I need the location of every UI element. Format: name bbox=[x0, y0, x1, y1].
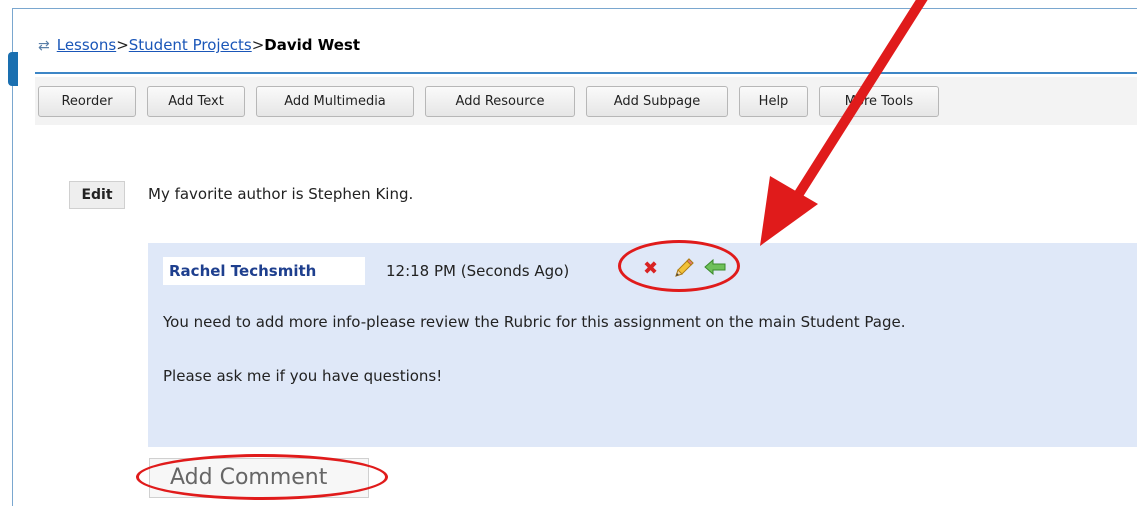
add-comment-button[interactable]: Add Comment bbox=[149, 458, 369, 498]
comment-body-line: Please ask me if you have questions! bbox=[163, 367, 443, 385]
add-subpage-button[interactable]: Add Subpage bbox=[586, 86, 728, 117]
edit-button[interactable]: Edit bbox=[69, 181, 125, 209]
pencil-edit-icon[interactable] bbox=[672, 256, 696, 280]
content-text: My favorite author is Stephen King. bbox=[148, 185, 414, 203]
add-multimedia-button[interactable]: Add Multimedia bbox=[256, 86, 414, 117]
header-divider bbox=[35, 72, 1137, 74]
breadcrumb-current-page: David West bbox=[264, 36, 361, 54]
breadcrumb-separator: > bbox=[251, 36, 265, 54]
help-button[interactable]: Help bbox=[739, 86, 808, 117]
delete-icon[interactable]: ✖ bbox=[643, 259, 658, 279]
more-tools-button[interactable]: More Tools bbox=[819, 86, 939, 117]
breadcrumb-separator: > bbox=[116, 36, 129, 54]
refresh-arrows-icon[interactable]: ⇄ bbox=[38, 38, 50, 54]
comment-body-line: You need to add more info-please review … bbox=[163, 313, 906, 331]
reply-arrow-icon[interactable] bbox=[703, 257, 727, 277]
add-text-button[interactable]: Add Text bbox=[147, 86, 245, 117]
side-tab-handle[interactable] bbox=[8, 52, 18, 86]
add-resource-button[interactable]: Add Resource bbox=[425, 86, 575, 117]
breadcrumb: ⇄ Lessons>Student Projects>David West bbox=[38, 35, 360, 56]
comment-author[interactable]: Rachel Techsmith bbox=[163, 257, 365, 285]
reorder-button[interactable]: Reorder bbox=[38, 86, 136, 117]
breadcrumb-student-projects-link[interactable]: Student Projects bbox=[129, 36, 252, 54]
breadcrumb-lessons-link[interactable]: Lessons bbox=[57, 36, 116, 54]
comment-timestamp: 12:18 PM (Seconds Ago) bbox=[386, 262, 570, 280]
